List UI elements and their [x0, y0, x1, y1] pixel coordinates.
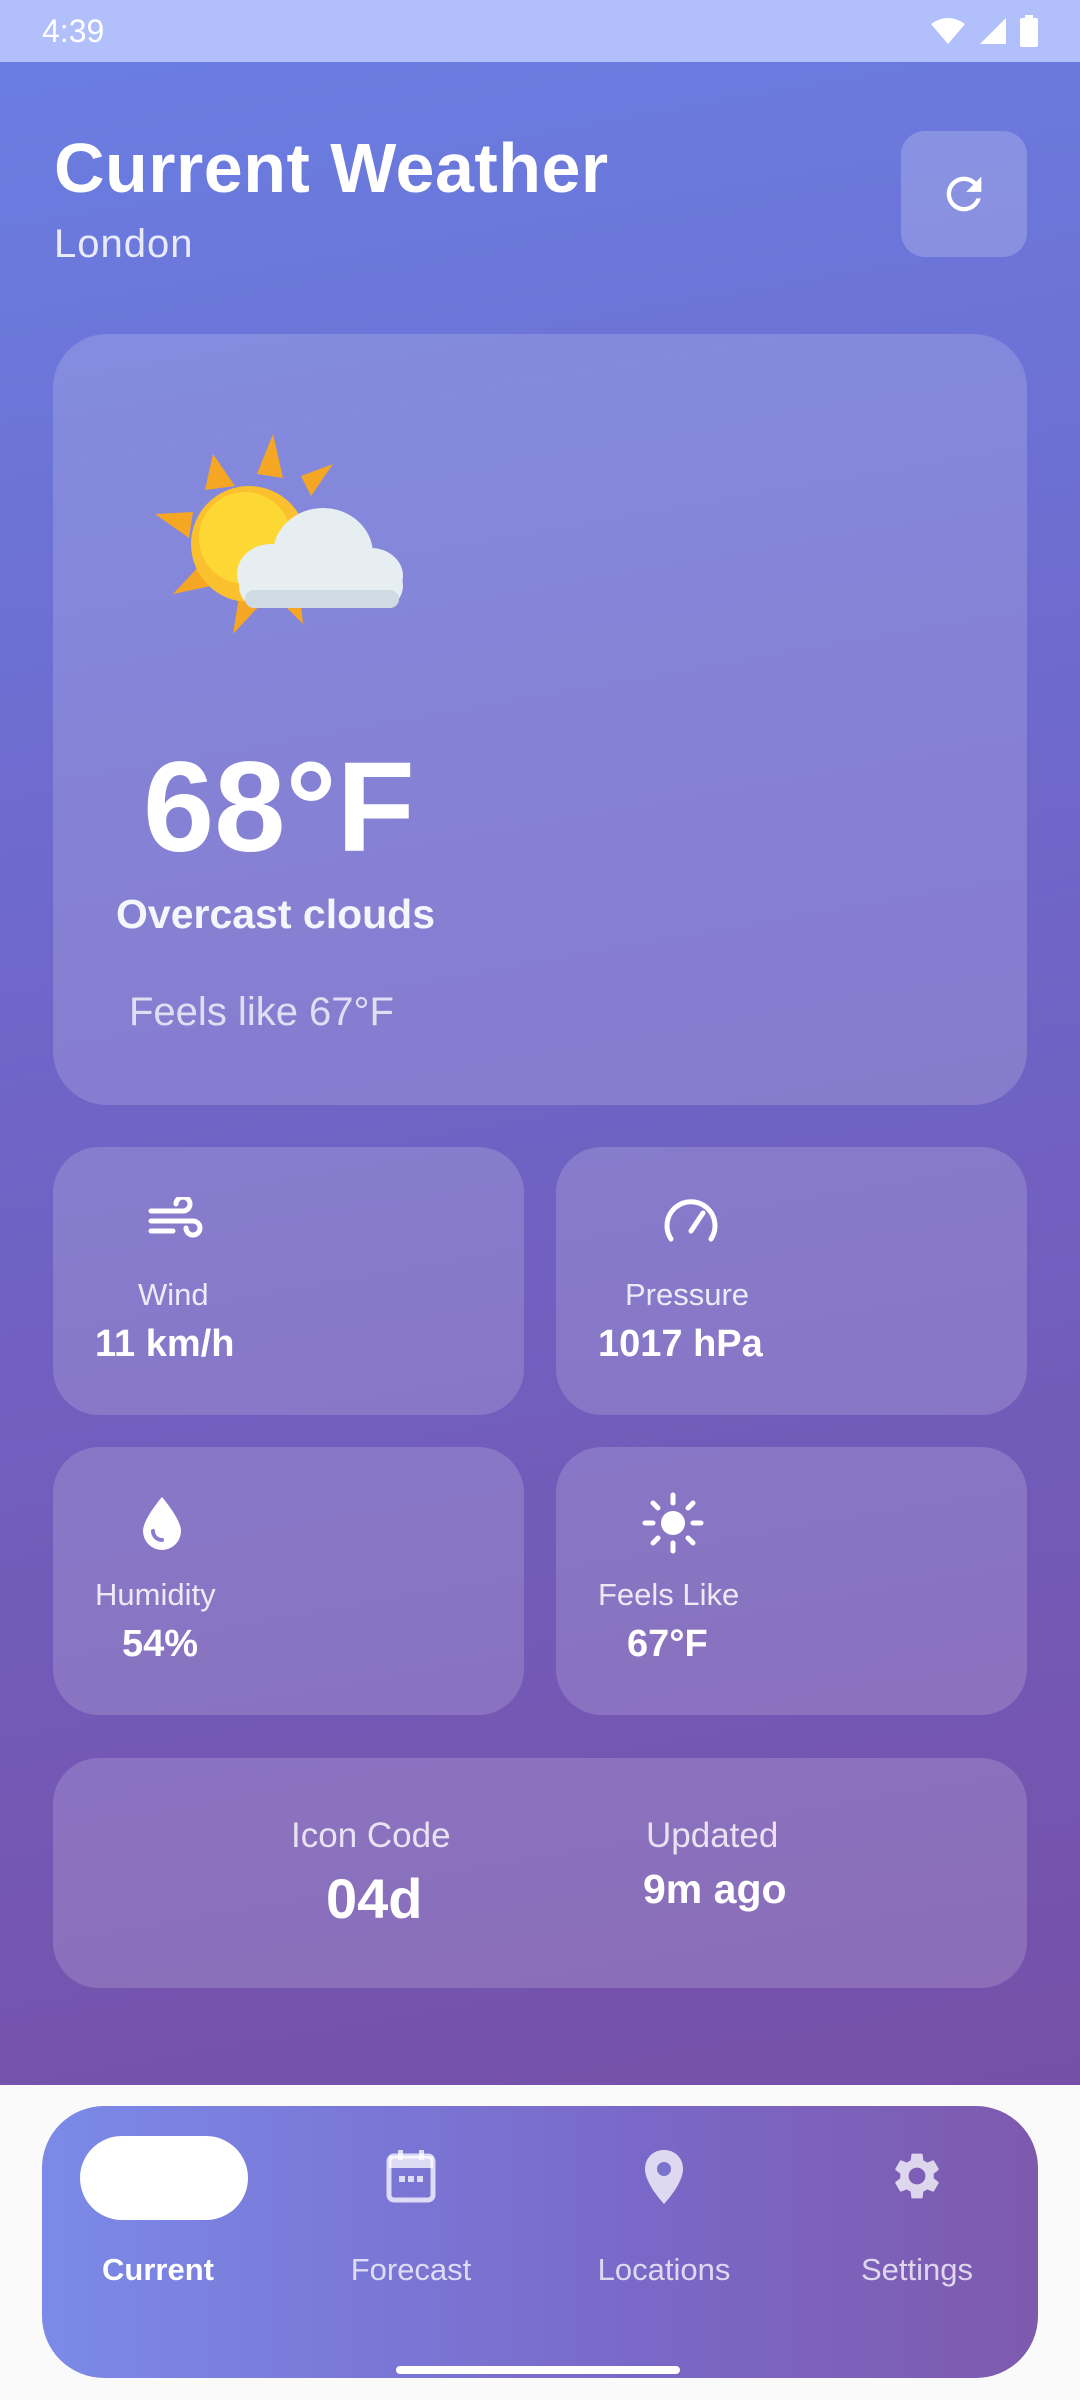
feels-like-text: Feels like 67°F	[129, 990, 394, 1034]
bottom-navigation: Current Forecast Locations Settings	[42, 2106, 1038, 2378]
humidity-card: Humidity 54%	[53, 1447, 524, 1715]
nav-label-forecast: Forecast	[350, 2252, 472, 2287]
nav-active-indicator	[80, 2136, 248, 2220]
water-drop-icon	[143, 1497, 181, 1550]
sun-icon	[642, 1492, 704, 1554]
wind-label: Wind	[138, 1277, 209, 1312]
gear-icon	[895, 2153, 939, 2199]
pressure-card: Pressure 1017 hPa	[556, 1147, 1027, 1415]
icon-code-label: Icon Code	[291, 1816, 451, 1855]
humidity-value: 54%	[122, 1623, 199, 1665]
status-bar: 4:39	[0, 0, 1080, 62]
wind-card: Wind 11 km/h	[53, 1147, 524, 1415]
feels-like-label: Feels Like	[598, 1577, 740, 1612]
updated-value: 9m ago	[643, 1866, 787, 1912]
nav-label-current: Current	[102, 2252, 214, 2287]
wifi-icon	[931, 18, 965, 44]
nav-label-locations: Locations	[597, 2252, 731, 2287]
feels-like-value: 67°F	[627, 1623, 708, 1665]
status-icons	[930, 15, 1038, 47]
battery-icon	[1020, 15, 1038, 47]
nav-item-settings[interactable]: Settings	[807, 2106, 1027, 2378]
nav-label-settings: Settings	[860, 2252, 973, 2287]
icon-code-value: 04d	[326, 1867, 423, 1930]
feels-like-card: Feels Like 67°F	[556, 1447, 1027, 1715]
wind-icon	[148, 1197, 203, 1238]
nav-item-locations[interactable]: Locations	[554, 2106, 774, 2378]
info-card: Icon Code 04d Updated 9m ago	[53, 1758, 1027, 1988]
home-indicator[interactable]	[396, 2366, 680, 2374]
humidity-label: Humidity	[95, 1577, 216, 1612]
calendar-icon	[386, 2150, 436, 2203]
city-name: London	[54, 222, 194, 266]
pressure-value: 1017 hPa	[598, 1323, 763, 1365]
status-time: 4:39	[42, 12, 105, 49]
page-title: Current Weather	[54, 129, 609, 207]
current-weather-card: 68°F Overcast clouds Feels like 67°F	[53, 334, 1027, 1105]
wind-value: 11 km/h	[95, 1323, 235, 1365]
location-pin-icon	[645, 2150, 683, 2204]
updated-label: Updated	[646, 1816, 779, 1855]
nav-item-forecast[interactable]: Forecast	[301, 2106, 521, 2378]
weather-description: Overcast clouds	[116, 891, 436, 937]
signal-icon	[980, 18, 1006, 44]
gauge-icon	[664, 1199, 718, 1242]
refresh-button[interactable]	[901, 131, 1027, 257]
header: Current Weather London	[54, 128, 609, 267]
pressure-label: Pressure	[625, 1277, 750, 1312]
nav-item-current[interactable]: Current	[48, 2106, 268, 2378]
sun-behind-cloud-icon	[155, 434, 403, 634]
current-temperature: 68°F	[143, 736, 415, 879]
refresh-icon	[946, 176, 982, 212]
